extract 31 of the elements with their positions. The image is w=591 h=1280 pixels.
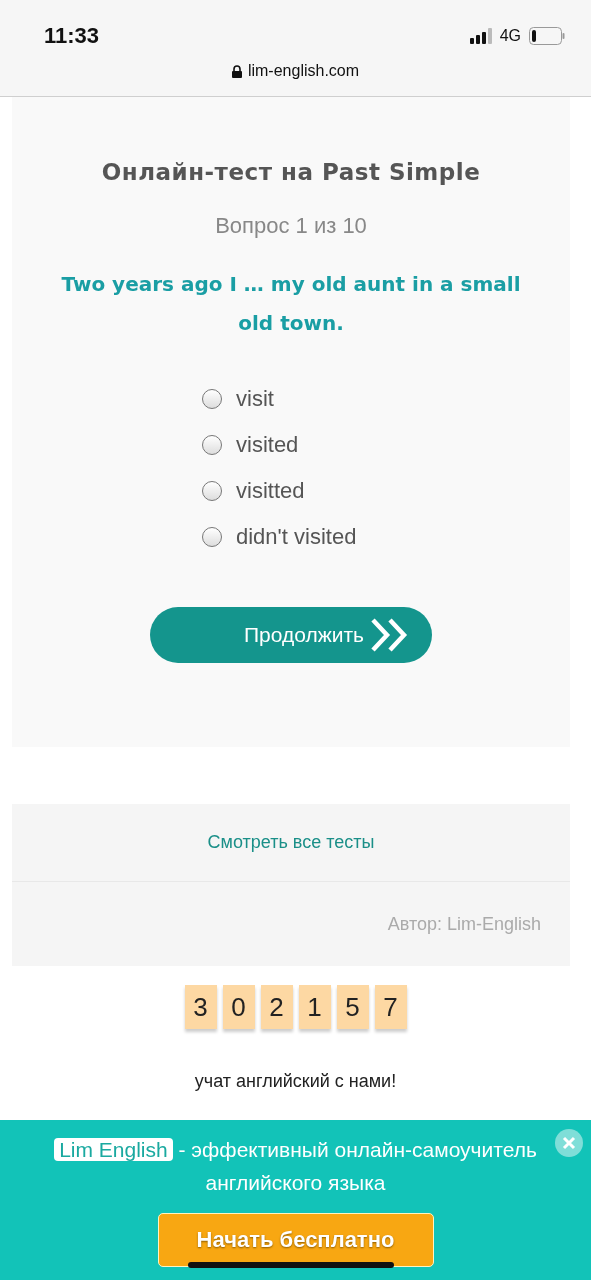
radio-button[interactable]	[202, 481, 222, 501]
continue-button[interactable]: Продолжить	[150, 607, 432, 663]
option-label[interactable]: visited	[236, 432, 299, 458]
counter-digit: 3	[184, 985, 217, 1029]
counter-digit: 2	[260, 985, 293, 1029]
battery-icon	[529, 27, 565, 45]
question-text: Two years ago I … my old aunt in a small old town.	[60, 271, 522, 337]
counter-digit: 7	[374, 985, 407, 1029]
radio-button[interactable]	[202, 527, 222, 547]
banner-text: Lim English - эффективный онлайн-самоучитель английского языка	[25, 1133, 566, 1199]
option-label[interactable]: visitted	[236, 478, 305, 504]
double-chevron-icon	[370, 617, 410, 653]
network-type: 4G	[499, 27, 521, 45]
lock-icon	[231, 64, 242, 78]
radio-button[interactable]	[202, 435, 222, 455]
counter-digit: 0	[222, 985, 255, 1029]
option-label[interactable]: visit	[236, 386, 274, 412]
quiz-title: Онлайн-тест на Past Simple	[101, 159, 481, 185]
radio-button[interactable]	[202, 389, 222, 409]
counter-digit: 1	[298, 985, 331, 1029]
all-tests-link[interactable]: Смотреть все тесты	[12, 804, 570, 882]
close-icon	[562, 1136, 576, 1150]
counter-digit: 5	[336, 985, 369, 1029]
author-text: Автор: Lim-English	[386, 912, 542, 936]
question-counter: Вопрос 1 из 10	[215, 213, 367, 239]
signal-icon	[469, 28, 492, 44]
counter-caption: учат английский с нами!	[193, 1071, 398, 1092]
option-label[interactable]: didn't visited	[236, 524, 357, 550]
url-text[interactable]: lim-english.com	[247, 62, 360, 80]
status-time: 11:33	[44, 23, 100, 49]
close-button[interactable]	[555, 1129, 583, 1157]
